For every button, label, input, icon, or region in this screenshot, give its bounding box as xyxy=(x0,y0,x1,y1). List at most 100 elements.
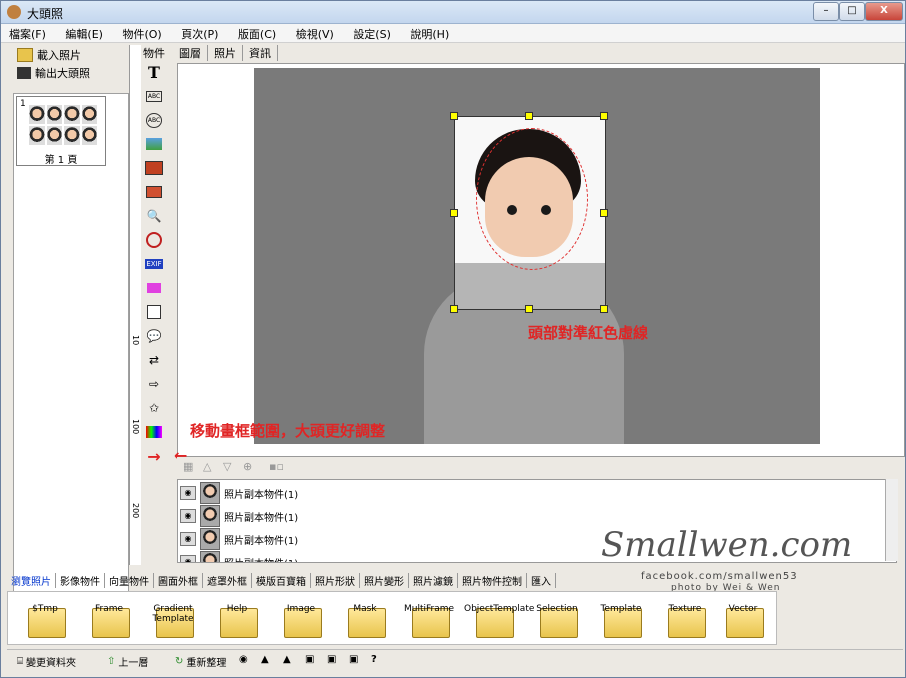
tab-vector-objects[interactable]: 向量物件 xyxy=(105,573,154,588)
menu-page[interactable]: 頁次(P) xyxy=(173,24,226,44)
group-icon[interactable]: ▪▫ xyxy=(269,460,284,473)
page-label: 第 1 頁 xyxy=(44,155,78,166)
sort-down-icon[interactable]: ▲ xyxy=(283,654,291,665)
folder-item[interactable]: MultiFrame xyxy=(400,596,458,640)
view-mode-icon[interactable]: ▣ xyxy=(349,654,358,665)
up-level-button[interactable]: ⇧ 上一層 xyxy=(107,654,148,669)
help-button[interactable]: ? xyxy=(371,654,377,665)
toolbar-header: 物件 xyxy=(143,47,165,60)
menu-object[interactable]: 物件(O) xyxy=(114,24,169,44)
gradient-texture-icon[interactable] xyxy=(144,423,164,441)
editor-canvas[interactable]: 頭部對準紅色虛線 移動畫框範圍，大頭更好調整 ← xyxy=(174,63,905,465)
layer-thumbnail xyxy=(200,505,220,527)
tab-photo-filter[interactable]: 照片濾鏡 xyxy=(409,573,458,588)
close-button[interactable]: X xyxy=(865,2,903,21)
layer-label: 照片副本物件(1) xyxy=(224,535,299,547)
exif-icon[interactable]: EXIF xyxy=(144,255,164,273)
tab-info[interactable]: 資訊 xyxy=(243,45,278,61)
multi-frame-icon[interactable] xyxy=(144,183,164,201)
tab-image-objects[interactable]: 影像物件 xyxy=(56,573,105,588)
menu-view[interactable]: 檢視(V) xyxy=(288,24,342,44)
resize-handle[interactable] xyxy=(600,112,608,120)
export-photo-button[interactable]: 輸出大頭照 xyxy=(17,65,90,81)
tab-frames[interactable]: 圖面外框 xyxy=(154,573,203,588)
menu-layout[interactable]: 版面(C) xyxy=(230,24,284,44)
layer-row[interactable]: ◉ 照片副本物件(1) xyxy=(180,528,298,550)
folder-item[interactable]: Image xyxy=(272,596,330,640)
swap-arrows-icon[interactable]: ⇄ xyxy=(144,351,164,369)
folder-item[interactable]: $Tmp xyxy=(16,596,74,640)
tab-photo-warp[interactable]: 照片變形 xyxy=(360,573,409,588)
folder-item[interactable]: Selection xyxy=(528,596,586,640)
menu-edit[interactable]: 編輯(E) xyxy=(57,24,111,44)
change-folder-button[interactable]: ⌸ 變更資料夾 xyxy=(17,654,76,669)
resize-handle[interactable] xyxy=(450,209,458,217)
layer-label: 照片副本物件(1) xyxy=(224,512,299,524)
speech-bubble-icon[interactable]: 💬 xyxy=(144,327,164,345)
folder-item[interactable]: Template xyxy=(592,596,650,640)
head-guide-dashed-oval xyxy=(476,128,588,270)
cake-icon[interactable] xyxy=(144,279,164,297)
image-icon[interactable] xyxy=(144,135,164,153)
load-photo-label: 載入照片 xyxy=(37,49,81,62)
calendar-icon[interactable] xyxy=(144,303,164,321)
folder-item[interactable]: Help xyxy=(208,596,266,640)
visibility-eye-icon[interactable]: ◉ xyxy=(180,532,196,546)
menu-file[interactable]: 檔案(F) xyxy=(1,24,54,44)
move-down-icon[interactable]: ▽ xyxy=(223,460,231,473)
tab-photo[interactable]: 照片 xyxy=(208,45,243,61)
tab-photo-object-control[interactable]: 照片物件控制 xyxy=(458,573,527,588)
folder-item[interactable]: Gradient Template xyxy=(144,596,202,640)
visibility-eye-icon[interactable]: ◉ xyxy=(180,486,196,500)
layers-scrollbar[interactable] xyxy=(885,479,898,561)
layer-toolbar: ▦ △ ▽ ⊕ ▪▫ xyxy=(177,457,903,477)
view-mode-icon[interactable]: ▣ xyxy=(305,654,314,665)
tab-mask-frames[interactable]: 遮罩外框 xyxy=(203,573,252,588)
view-eye-button[interactable]: ◉ xyxy=(239,654,248,665)
resize-handle[interactable] xyxy=(450,305,458,313)
photo-shirt xyxy=(455,263,605,309)
resize-handle[interactable] xyxy=(600,209,608,217)
move-up-icon[interactable]: △ xyxy=(203,460,211,473)
layer-row[interactable]: ◉ 照片副本物件(1) xyxy=(180,505,298,527)
visibility-eye-icon[interactable]: ◉ xyxy=(180,555,196,562)
resize-handle[interactable] xyxy=(525,305,533,313)
resize-handle[interactable] xyxy=(600,305,608,313)
text-tool[interactable]: T xyxy=(144,63,164,82)
bottom-toolbar: ⌸ 變更資料夾 ⇧ 上一層 ↻ 重新整理 ◉ ▲ ▲ ▣ ▣ ▣ ? xyxy=(7,649,903,670)
layer-row[interactable]: ◉ 照片副本物件(1) xyxy=(180,482,298,504)
folder-item[interactable]: Texture xyxy=(656,596,714,640)
menu-help[interactable]: 說明(H) xyxy=(402,24,457,44)
magnifier-icon[interactable]: 🔍 xyxy=(144,207,164,225)
resize-handle[interactable] xyxy=(525,112,533,120)
star-icon[interactable]: ✩ xyxy=(144,399,164,417)
photo-frame-icon[interactable] xyxy=(144,159,164,177)
abc-box-icon[interactable]: ABC xyxy=(144,87,164,105)
clock-icon[interactable] xyxy=(144,231,164,249)
minimize-button[interactable]: – xyxy=(813,2,839,21)
sort-up-icon[interactable]: ▲ xyxy=(261,654,269,665)
tab-import[interactable]: 匯入 xyxy=(527,573,556,588)
tab-photo-shape[interactable]: 照片形狀 xyxy=(311,573,360,588)
visibility-eye-icon[interactable]: ◉ xyxy=(180,509,196,523)
menu-settings[interactable]: 設定(S) xyxy=(345,24,399,44)
folder-item[interactable]: Frame xyxy=(80,596,138,640)
resize-handle[interactable] xyxy=(450,112,458,120)
load-photo-button[interactable]: 載入照片 xyxy=(17,47,81,63)
page-thumbnail[interactable]: 1 第 1 頁 xyxy=(16,96,106,166)
tab-layers[interactable]: 圖層 xyxy=(173,45,208,61)
abc-circle-icon[interactable]: ABC xyxy=(144,111,164,129)
lock-icon[interactable]: ⊕ xyxy=(243,460,252,473)
refresh-button[interactable]: ↻ 重新整理 xyxy=(175,654,226,669)
page-thumbnail-list: 1 第 1 頁 xyxy=(13,93,129,611)
layer-row[interactable]: ◉ 照片副本物件(1) xyxy=(180,551,298,562)
folder-item[interactable]: Mask xyxy=(336,596,394,640)
view-mode-icon[interactable]: ▣ xyxy=(327,654,336,665)
tab-browse-photos[interactable]: 瀏覽照片 xyxy=(7,573,56,588)
arrow-shape-icon[interactable]: ⇨ xyxy=(144,375,164,393)
tab-templates[interactable]: 模版百寶箱 xyxy=(252,573,311,588)
folder-item[interactable]: Vector xyxy=(714,596,772,640)
maximize-button[interactable]: □ xyxy=(839,2,865,21)
trash-icon[interactable]: ▦ xyxy=(183,460,193,473)
folder-item[interactable]: ObjectTemplate xyxy=(464,596,534,640)
